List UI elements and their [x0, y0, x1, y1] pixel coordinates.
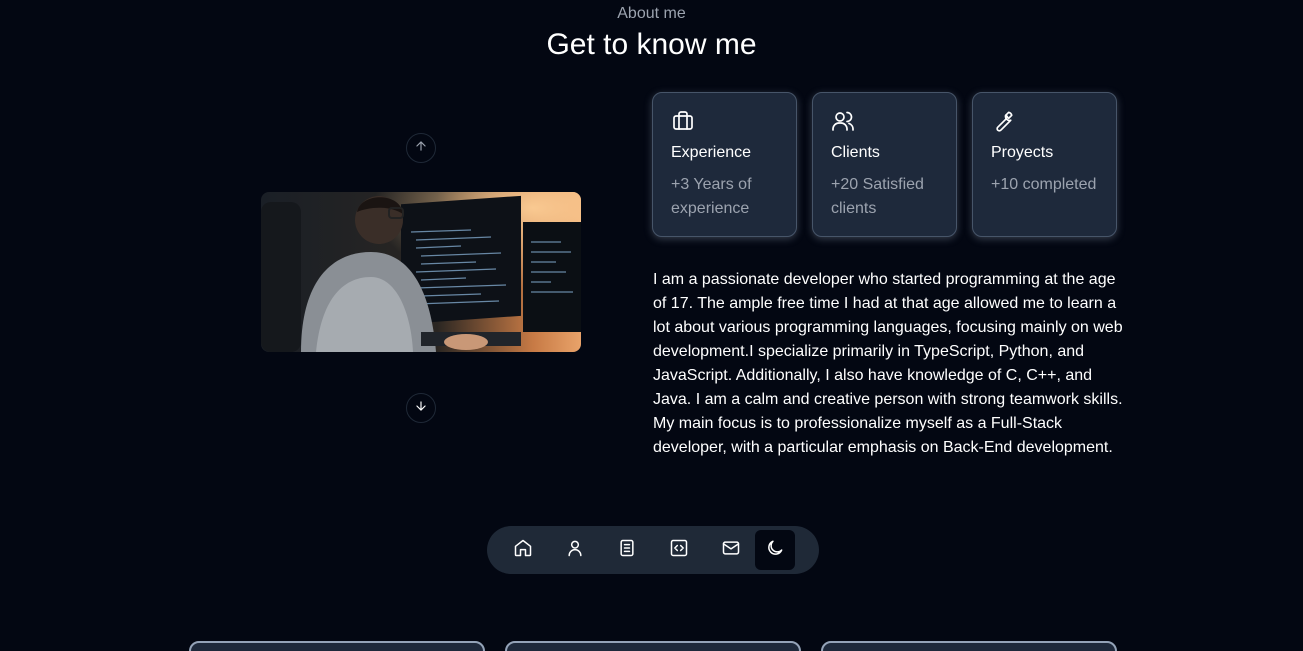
- carousel-down-button[interactable]: [406, 393, 436, 423]
- next-section-card-1: [189, 641, 485, 651]
- briefcase-icon: [671, 109, 695, 133]
- wrench-icon: [991, 109, 1015, 133]
- dock-about-button[interactable]: [555, 530, 595, 570]
- moon-icon: [765, 538, 785, 563]
- dock-contact-button[interactable]: [711, 530, 751, 570]
- arrow-up-icon: [414, 139, 428, 158]
- code-icon: [669, 538, 689, 563]
- stat-card-projects: Proyects +10 completed: [972, 92, 1117, 237]
- dock-projects-button[interactable]: [659, 530, 699, 570]
- section-eyebrow: About me: [617, 5, 686, 22]
- stat-title: Experience: [671, 144, 752, 161]
- home-icon: [513, 538, 533, 563]
- stat-title: Proyects: [991, 144, 1054, 161]
- developer-coding-illustration: [261, 192, 581, 352]
- users-icon: [831, 109, 855, 133]
- next-section-card-3: [821, 641, 1117, 651]
- book-icon: [617, 538, 637, 563]
- stat-subtitle: +20 Satisfied clients: [831, 176, 924, 217]
- stat-card-experience: Experience +3 Years of experience: [652, 92, 797, 237]
- dock-theme-toggle[interactable]: [755, 530, 795, 570]
- stat-title: Clients: [831, 144, 880, 161]
- developer-photo: [261, 192, 581, 352]
- next-section-card-2: [505, 641, 801, 651]
- arrow-down-icon: [414, 399, 428, 418]
- section-title: Get to know me: [546, 28, 757, 61]
- dock-home-button[interactable]: [503, 530, 543, 570]
- carousel-up-button[interactable]: [406, 133, 436, 163]
- bottom-dock-nav: [487, 526, 819, 574]
- stat-subtitle: +3 Years of experience: [671, 176, 752, 217]
- about-description: I am a passionate developer who started …: [653, 271, 1123, 456]
- mail-icon: [721, 538, 741, 563]
- about-section: About me Get to know me Experience +3 Ye…: [0, 0, 1303, 651]
- stat-subtitle: +10 completed: [991, 176, 1097, 193]
- dock-resume-button[interactable]: [607, 530, 647, 570]
- stat-card-clients: Clients +20 Satisfied clients: [812, 92, 957, 237]
- user-icon: [565, 538, 585, 563]
